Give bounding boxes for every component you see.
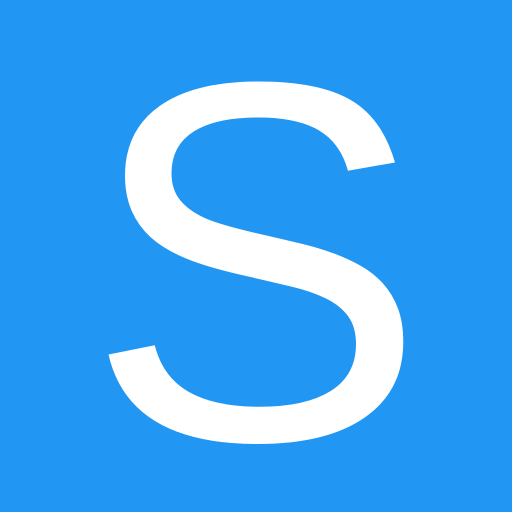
avatar-letter: S [85,0,427,512]
letter-avatar-tile: S [0,0,512,512]
